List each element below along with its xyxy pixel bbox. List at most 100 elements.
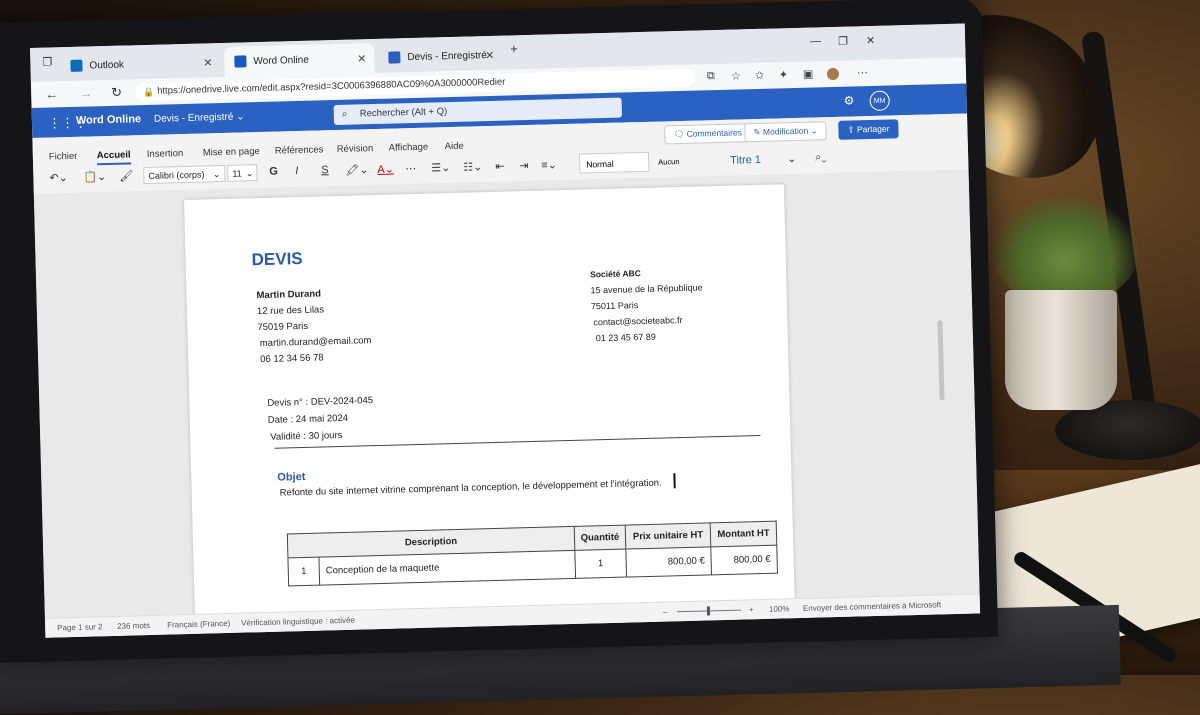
column-header-prix-unitaire: Prix unitaire HT (625, 522, 711, 550)
numbering-icon[interactable]: ☷⌄ (463, 160, 482, 173)
tab-label: Outlook (89, 59, 125, 71)
client-email: contact@societeabc.fr (593, 315, 683, 328)
increase-indent-icon[interactable]: ⇥ (519, 159, 529, 172)
row-quantity: 1 (574, 549, 627, 579)
gear-icon[interactable]: ⚙ (843, 93, 854, 107)
bullets-icon[interactable]: ☰⌄ (431, 161, 450, 174)
avatar[interactable]: MM (869, 90, 890, 112)
row-number: 1 (287, 557, 320, 586)
paste-icon[interactable]: 📋⌄ (83, 170, 106, 184)
highlight-icon[interactable]: 🖍⌄ (345, 163, 368, 177)
document-canvas: DEVIS Martin Durand 12 rue des Lilas 750… (33, 169, 980, 620)
favorites-icon[interactable]: ✩ (755, 69, 765, 82)
quote-validity: Validité : 30 jours (270, 429, 343, 443)
column-header-montant: Montant HT (710, 521, 777, 547)
tab-label: Word Online (253, 54, 309, 67)
tab-outlook[interactable]: Outlook ✕ (60, 47, 221, 81)
tab-word-online[interactable]: Word Online ✕ (224, 42, 375, 77)
forward-icon[interactable]: → (79, 85, 92, 100)
comments-button[interactable]: 🗨 Commentaires (664, 123, 752, 145)
column-header-quantite: Quantité (574, 525, 626, 551)
restore-icon[interactable]: ❐ (838, 35, 848, 48)
objet-text: Refonte du site internet vitrine compren… (279, 477, 662, 499)
feedback-link[interactable]: Envoyer des commentaires à Microsoft (803, 600, 941, 613)
sender-street: 12 rue des Lilas (256, 304, 325, 318)
section-heading-objet: Objet (277, 470, 306, 484)
row-unit-price: 800,00 € (625, 546, 712, 578)
zoom-level[interactable]: 100% (769, 604, 790, 614)
extension-icon[interactable]: ⧉ (707, 70, 715, 83)
tab-revision[interactable]: Révision (337, 143, 374, 155)
search-icon: ⌕ (341, 108, 348, 120)
refresh-icon[interactable]: ↻ (111, 85, 122, 101)
share-button[interactable]: ⇪ Partager (838, 119, 899, 140)
bold-button[interactable]: G (269, 166, 278, 178)
tab-actions-icon[interactable]: ❐ (42, 55, 52, 68)
app-name[interactable]: Word Online (76, 113, 141, 127)
chevron-down-icon: ⌄ (235, 111, 245, 123)
tab-accueil[interactable]: Accueil (96, 149, 131, 166)
laptop-screen: ❐ Outlook ✕ Word Online ✕ Devis - Enregi… (30, 23, 981, 638)
style-heading-1[interactable]: Titre 1 (723, 148, 786, 170)
style-normal[interactable]: Normal (578, 151, 650, 174)
page-count[interactable]: Page 1 sur 2 (57, 622, 103, 632)
more-icon[interactable]: ⋯ (857, 66, 868, 79)
zoom-in-icon[interactable]: + (749, 605, 754, 614)
close-window-icon[interactable]: ✕ (866, 34, 876, 47)
collections-icon[interactable]: ▣ (803, 68, 814, 81)
underline-button[interactable]: S (321, 164, 329, 176)
client-name: Société ABC (589, 268, 641, 280)
font-family-select[interactable]: Calibri (corps) ⌄ (143, 164, 226, 185)
extensions-icon[interactable]: ✦ (779, 68, 789, 81)
undo-icon[interactable]: ↶⌄ (49, 171, 68, 184)
format-painter-icon[interactable]: 🖌 (119, 169, 133, 182)
tab-aide[interactable]: Aide (445, 141, 464, 152)
font-size-select[interactable]: 11 ⌄ (227, 164, 258, 182)
tab-references[interactable]: Références (275, 144, 324, 156)
search-placeholder: Rechercher (Alt + Q) (359, 106, 448, 120)
document-page[interactable]: DEVIS Martin Durand 12 rue des Lilas 750… (184, 184, 795, 620)
tab-devis[interactable]: Devis - Enregistré ✕ (378, 40, 503, 73)
align-icon[interactable]: ≡⌄ (541, 158, 557, 171)
sender-email: martin.durand@email.com (259, 335, 372, 350)
vertical-scrollbar[interactable] (937, 320, 945, 401)
search-box[interactable]: ⌕ Rechercher (Alt + Q) (333, 97, 623, 126)
sender-phone: 06 12 34 56 78 (260, 352, 324, 366)
favorite-star-icon[interactable]: ☆ (731, 69, 741, 82)
tab-insertion[interactable]: Insertion (147, 148, 184, 160)
tab-affichage[interactable]: Affichage (389, 142, 429, 154)
new-tab-icon[interactable]: + (510, 41, 518, 56)
close-icon[interactable]: ✕ (357, 52, 367, 65)
zoom-out-icon[interactable]: – (663, 608, 668, 617)
zoom-slider-thumb[interactable] (706, 606, 711, 616)
url-text: https://onedrive.live.com/edit.aspx?resi… (157, 76, 506, 97)
row-description: Conception de la maquette (318, 550, 576, 586)
language[interactable]: Français (France) (167, 619, 230, 630)
style-no-spacing[interactable]: Aucun espacement (651, 150, 721, 187)
plant-pot (1005, 290, 1117, 410)
tab-fichier[interactable]: Fichier (49, 151, 78, 163)
italic-button[interactable]: I (295, 165, 298, 177)
more-icon[interactable]: ⋯ (405, 162, 416, 175)
items-table: Description Quantité Prix unitaire HT Mo… (287, 521, 778, 587)
profile-icon[interactable] (826, 67, 840, 81)
client-street: 15 avenue de la République (590, 282, 703, 296)
word-count[interactable]: 236 mots (117, 621, 150, 631)
word-icon (234, 55, 247, 68)
back-icon[interactable]: ← (45, 86, 58, 101)
client-city: 75011 Paris (590, 300, 639, 312)
close-icon[interactable]: ✕ (203, 56, 213, 69)
minimize-icon[interactable]: — (810, 35, 821, 47)
styles-dropdown-icon[interactable]: ⌄ (787, 152, 797, 165)
tab-mise-en-page[interactable]: Mise en page (203, 146, 260, 158)
document-name[interactable]: Devis - Enregistré ⌄ (154, 111, 245, 124)
outlook-icon (70, 59, 83, 72)
client-phone: 01 23 45 67 89 (595, 331, 656, 344)
find-icon[interactable]: ⌕⌄ (815, 151, 827, 164)
editing-mode-button[interactable]: ✎ Modification ⌄ (744, 121, 828, 143)
tab-label: Devis - Enregistré (407, 49, 487, 63)
font-color-icon[interactable]: A⌄ (377, 163, 394, 176)
decrease-indent-icon[interactable]: ⇤ (495, 160, 505, 173)
close-icon[interactable]: ✕ (485, 48, 495, 61)
proofing-status[interactable]: Vérification linguistique : activée (241, 616, 355, 628)
